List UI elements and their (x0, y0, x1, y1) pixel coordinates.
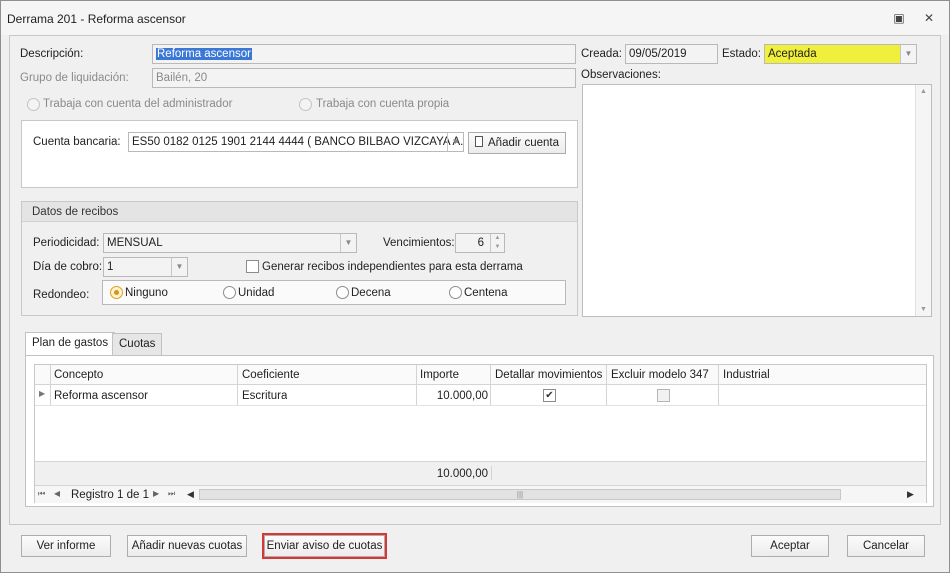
radio-redondeo-decena[interactable] (336, 286, 349, 299)
cell-excluir-checkbox[interactable] (657, 389, 670, 402)
column-header-industrial[interactable]: Industrial (723, 369, 770, 381)
tab-content: Concepto Coeficiente Importe Detallar mo… (25, 355, 934, 507)
column-header-importe[interactable]: Importe (420, 369, 459, 381)
close-icon[interactable]: ✕ (921, 11, 937, 25)
chevron-down-icon[interactable]: ▼ (340, 234, 356, 252)
radio-cuenta-propia[interactable] (299, 98, 312, 111)
nav-last-icon[interactable]: ⏭ (168, 489, 175, 499)
grid-footer: 10.000,00 (35, 461, 926, 485)
spin-icon[interactable]: ▲ ▼ (490, 234, 504, 252)
radio-redondeo-decena-label: Decena (351, 287, 391, 299)
window-title: Derrama 201 - Reforma ascensor (7, 12, 186, 26)
table-row[interactable]: ▶ Reforma ascensor Escritura 10.000,00 ✔ (35, 386, 926, 406)
document-icon (475, 136, 484, 147)
periodicidad-combo[interactable]: MENSUAL ▼ (103, 233, 357, 253)
redondeo-label: Redondeo: (33, 289, 90, 301)
creada-label: Creada: (581, 48, 622, 60)
cell-importe[interactable]: 10.000,00 (417, 390, 488, 402)
radio-redondeo-centena[interactable] (449, 286, 462, 299)
observaciones-textarea[interactable]: ▲ ▼ (582, 84, 932, 317)
grid-divider (491, 466, 492, 480)
total-importe: 10.000,00 (436, 468, 488, 480)
grupo-label: Grupo de liquidación: (20, 72, 129, 84)
gastos-grid: Concepto Coeficiente Importe Detallar mo… (34, 364, 927, 503)
dia-cobro-label: Día de cobro: (33, 261, 103, 273)
radio-redondeo-ninguno[interactable] (110, 286, 123, 299)
estado-label: Estado: (722, 48, 761, 60)
grid-header: Concepto Coeficiente Importe Detallar mo… (35, 365, 926, 385)
radio-cuenta-admin-label: Trabaja con cuenta del administrador (43, 98, 233, 110)
main-panel: Descripción: Reforma ascensor Grupo de l… (9, 35, 941, 525)
chevron-down-icon[interactable]: ▼ (171, 258, 187, 276)
column-header-coeficiente[interactable]: Coeficiente (242, 369, 300, 381)
creada-input: 09/05/2019 (625, 44, 718, 64)
row-indicator-icon: ▶ (39, 389, 46, 398)
anadir-cuenta-button[interactable]: Añadir cuenta (468, 132, 566, 154)
observaciones-label: Observaciones: (581, 69, 661, 81)
cuenta-bancaria-box: Cuenta bancaria: ES50 0182 0125 1901 214… (21, 120, 578, 188)
column-header-concepto[interactable]: Concepto (54, 369, 103, 381)
vencimientos-label: Vencimientos: (383, 237, 455, 249)
radio-redondeo-ninguno-label: Ninguno (125, 287, 168, 299)
ver-informe-button[interactable]: Ver informe (21, 535, 111, 557)
redondeo-radio-group: Ninguno Unidad Decena Centena (102, 280, 566, 305)
chevron-down-icon[interactable]: ▼ (900, 45, 916, 63)
scroll-up-icon[interactable]: ▲ (920, 88, 927, 95)
aceptar-button[interactable]: Aceptar (751, 535, 829, 557)
cuenta-bancaria-label: Cuenta bancaria: (33, 136, 121, 148)
vencimientos-stepper[interactable]: 6 ▲ ▼ (455, 233, 505, 253)
scroll-left-icon[interactable]: ◀ (187, 489, 194, 500)
datos-recibos-group: Datos de recibos Periodicidad: MENSUAL ▼… (21, 201, 578, 316)
datos-recibos-header: Datos de recibos (22, 202, 577, 222)
cell-coeficiente[interactable]: Escritura (242, 390, 287, 402)
dialog-window: Derrama 201 - Reforma ascensor ▣ ✕ Descr… (0, 0, 950, 573)
cell-detallar-checkbox[interactable]: ✔ (543, 389, 556, 402)
cancelar-button[interactable]: Cancelar (847, 535, 925, 557)
chevron-down-icon[interactable]: ▼ (447, 133, 463, 151)
radio-redondeo-centena-label: Centena (464, 287, 508, 299)
restore-icon[interactable]: ▣ (891, 11, 907, 25)
enviar-aviso-cuotas-button[interactable]: Enviar aviso de cuotas (262, 533, 387, 559)
column-header-detallar[interactable]: Detallar movimientos (495, 369, 602, 381)
nav-next-icon[interactable]: ▶ (153, 489, 159, 498)
generar-recibos-label: Generar recibos independientes para esta… (262, 261, 523, 273)
tab-cuotas[interactable]: Cuotas (112, 333, 163, 355)
title-bar: Derrama 201 - Reforma ascensor ▣ ✕ (1, 1, 949, 35)
grid-navigator: ⏮ ◀ Registro 1 de 1 ▶ ⏭ ◀ ||| ▶ (35, 485, 926, 503)
radio-cuenta-admin[interactable] (27, 98, 40, 111)
dia-cobro-combo[interactable]: 1 ▼ (103, 257, 188, 277)
estado-combo[interactable]: Aceptada ▼ (764, 44, 917, 64)
observaciones-scrollbar[interactable]: ▲ ▼ (915, 85, 931, 316)
radio-cuenta-propia-label: Trabaja con cuenta propia (316, 98, 450, 110)
periodicidad-label: Periodicidad: (33, 237, 100, 249)
descripcion-input[interactable]: Reforma ascensor (152, 44, 576, 64)
scroll-right-icon[interactable]: ▶ (907, 489, 914, 500)
nav-first-icon[interactable]: ⏮ (38, 489, 45, 499)
tab-plan-de-gastos[interactable]: Plan de gastos (25, 332, 116, 356)
column-header-excluir[interactable]: Excluir modelo 347 (611, 369, 709, 381)
scroll-down-icon[interactable]: ▼ (920, 306, 927, 313)
cell-concepto[interactable]: Reforma ascensor (54, 390, 148, 402)
navigator-text: Registro 1 de 1 (71, 489, 149, 501)
grupo-input: Bailén, 20 (152, 68, 576, 88)
horizontal-scrollbar-thumb[interactable]: ||| (199, 489, 841, 500)
anadir-nuevas-cuotas-button[interactable]: Añadir nuevas cuotas (127, 535, 247, 557)
descripcion-label: Descripción: (20, 48, 84, 60)
radio-redondeo-unidad-label: Unidad (238, 287, 275, 299)
cuenta-bancaria-combo[interactable]: ES50 0182 0125 1901 2144 4444 ( BANCO BI… (128, 132, 464, 152)
generar-recibos-checkbox[interactable] (246, 260, 259, 273)
radio-redondeo-unidad[interactable] (223, 286, 236, 299)
nav-prev-icon[interactable]: ◀ (54, 489, 60, 498)
cuenta-bancaria-value: ES50 0182 0125 1901 2144 4444 ( BANCO BI… (132, 136, 464, 148)
